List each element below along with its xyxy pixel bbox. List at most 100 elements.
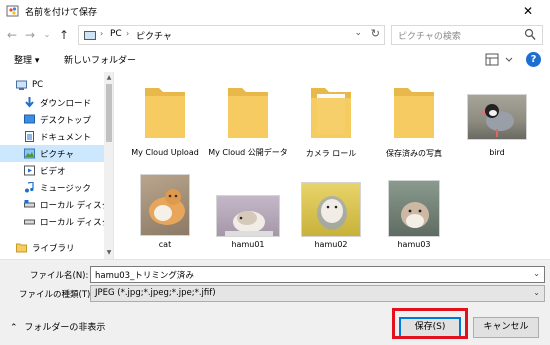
- folder-name: カメラ ロール: [305, 149, 357, 158]
- chevron-down-icon[interactable]: ⌄: [533, 288, 540, 297]
- sidebar-item-documents[interactable]: ドキュメント: [0, 128, 104, 145]
- music-icon: [25, 182, 34, 193]
- image-item[interactable]: cat: [125, 172, 205, 254]
- navigation-row: ← → ⌄ ↑ › PC › ピクチャ ⌄ ↻ ピクチャの検索: [0, 22, 550, 48]
- filename-value: hamu03_トリミング済み: [95, 271, 194, 281]
- image-name: hamu02: [314, 240, 348, 249]
- image-item[interactable]: hamu01: [208, 172, 288, 254]
- sidebar-item-pc[interactable]: PC: [0, 77, 104, 94]
- image-name: cat: [158, 240, 172, 249]
- sidebar-scrollbar[interactable]: ▲ ▼: [104, 72, 113, 259]
- save-form: ファイル名(N): hamu03_トリミング済み ⌄ ファイルの種類(T): J…: [0, 259, 550, 305]
- picture-icon: [24, 148, 35, 159]
- image-item[interactable]: hamu02: [291, 172, 371, 254]
- sidebar-item-desktop[interactable]: デスクトップ: [0, 111, 104, 128]
- sidebar-item-label: ドキュメント: [40, 133, 92, 143]
- sidebar-item-label: ライブラリ: [32, 244, 75, 254]
- folder-name: 保存済みの写真: [386, 149, 442, 158]
- sidebar-item-label: ビデオ: [40, 167, 66, 177]
- filetype-value: JPEG (*.jpg;*.jpeg;*.jpe;*.jfif): [95, 288, 216, 298]
- image-name: bird: [489, 148, 505, 157]
- save-button-highlight: [392, 308, 468, 339]
- up-arrow-icon[interactable]: ↑: [56, 27, 72, 43]
- search-box[interactable]: ピクチャの検索: [391, 25, 543, 45]
- cancel-button[interactable]: キャンセル: [473, 317, 539, 338]
- hamu03-thumbnail: [388, 180, 440, 237]
- scroll-thumb[interactable]: [106, 84, 112, 142]
- folder-item[interactable]: My Cloud Upload: [125, 82, 205, 162]
- document-icon: [25, 131, 34, 142]
- sidebar-item-music[interactable]: ミュージック: [0, 179, 104, 196]
- search-placeholder: ピクチャの検索: [398, 32, 461, 42]
- sidebar-item-libraries[interactable]: ライブラリ: [0, 239, 104, 256]
- close-button[interactable]: ✕: [512, 0, 544, 22]
- filetype-label: ファイルの種類(T):: [19, 290, 94, 300]
- sidebar-item-label: ローカル ディスク (D: [40, 218, 113, 228]
- bird-image: [480, 104, 514, 137]
- history-chevron-icon[interactable]: ⌄: [39, 27, 55, 43]
- sidebar-item-local-disk-d[interactable]: ローカル ディスク (D: [0, 213, 113, 230]
- filename-label: ファイル名(N):: [30, 271, 89, 281]
- folder-item[interactable]: 保存済みの写真: [374, 82, 454, 162]
- sidebar-item-label: デスクトップ: [40, 116, 92, 126]
- organize-button[interactable]: 整理 ▾: [14, 53, 39, 66]
- breadcrumb-separator-icon[interactable]: ›: [100, 29, 103, 38]
- folder-item[interactable]: My Cloud 公開データ: [208, 82, 288, 162]
- title-bar: 名前を付けて保存 ✕: [0, 0, 550, 22]
- breadcrumb-pc[interactable]: PC: [110, 29, 122, 39]
- filename-input[interactable]: hamu03_トリミング済み ⌄: [90, 266, 545, 283]
- bird-thumbnail: [467, 94, 527, 140]
- folder-icon: [394, 88, 434, 138]
- cat-image: [149, 189, 185, 225]
- breadcrumb-pictures[interactable]: ピクチャ: [136, 29, 172, 42]
- folder-item[interactable]: カメラ ロール: [291, 82, 371, 162]
- folder-icon: [311, 88, 351, 138]
- chevron-down-icon[interactable]: ⌄: [533, 269, 540, 278]
- view-options-icon[interactable]: [484, 52, 516, 67]
- sidebar-item-downloads[interactable]: ダウンロード: [0, 94, 104, 111]
- hide-folders-toggle[interactable]: ⌃ フォルダーの非表示: [10, 320, 105, 333]
- hide-folders-label: フォルダーの非表示: [24, 323, 106, 333]
- library-icon: [16, 243, 27, 253]
- refresh-icon[interactable]: ↻: [371, 27, 380, 40]
- back-arrow-icon[interactable]: ←: [4, 27, 20, 43]
- sidebar-item-label: PC: [32, 80, 44, 90]
- pc-icon: [84, 31, 96, 40]
- sidebar-item-videos[interactable]: ビデオ: [0, 162, 104, 179]
- address-dropdown-icon[interactable]: ⌄: [354, 28, 362, 38]
- navigation-pane: PC ダウンロード デスクトップ ドキュメント ピクチャ ビデオ ミュージック …: [0, 72, 114, 259]
- folder-icon: [145, 88, 185, 138]
- filetype-select[interactable]: JPEG (*.jpg;*.jpeg;*.jpe;*.jfif) ⌄: [90, 285, 545, 302]
- image-name: hamu01: [231, 240, 265, 249]
- hamster-image: [225, 211, 273, 236]
- drive-icon: [24, 219, 35, 225]
- hamu02-thumbnail: [301, 182, 361, 237]
- scroll-up-icon[interactable]: ▲: [104, 73, 113, 83]
- forward-arrow-icon[interactable]: →: [22, 27, 38, 43]
- hamu01-thumbnail: [216, 195, 280, 237]
- download-icon: [25, 97, 34, 108]
- help-icon[interactable]: ?: [526, 52, 541, 67]
- sidebar-item-pictures[interactable]: ピクチャ: [0, 145, 104, 162]
- folder-icon: [228, 88, 268, 138]
- hamster-image: [401, 202, 429, 228]
- address-bar[interactable]: › PC › ピクチャ ⌄ ↻: [78, 25, 385, 45]
- command-bar: 整理 ▾ 新しいフォルダー ?: [0, 48, 550, 72]
- paint-app-icon: [6, 5, 19, 17]
- sidebar-item-label: ピクチャ: [40, 150, 74, 160]
- image-item[interactable]: hamu03: [374, 172, 454, 254]
- breadcrumb-separator-icon[interactable]: ›: [126, 29, 129, 38]
- image-item[interactable]: bird: [457, 82, 537, 162]
- sidebar-item-label: ダウンロード: [40, 99, 92, 109]
- desktop-icon: [24, 114, 35, 124]
- folder-name: My Cloud 公開データ: [208, 148, 288, 157]
- scroll-down-icon[interactable]: ▼: [104, 248, 113, 258]
- cat-thumbnail: [140, 174, 190, 236]
- pc-icon: [16, 80, 27, 90]
- folder-name: My Cloud Upload: [131, 148, 199, 157]
- image-name: hamu03: [397, 240, 431, 249]
- new-folder-button[interactable]: 新しいフォルダー: [64, 53, 136, 66]
- drive-icon: [24, 200, 35, 208]
- hamster-image: [317, 196, 347, 230]
- sidebar-item-local-disk-c[interactable]: ローカル ディスク (C: [0, 196, 113, 213]
